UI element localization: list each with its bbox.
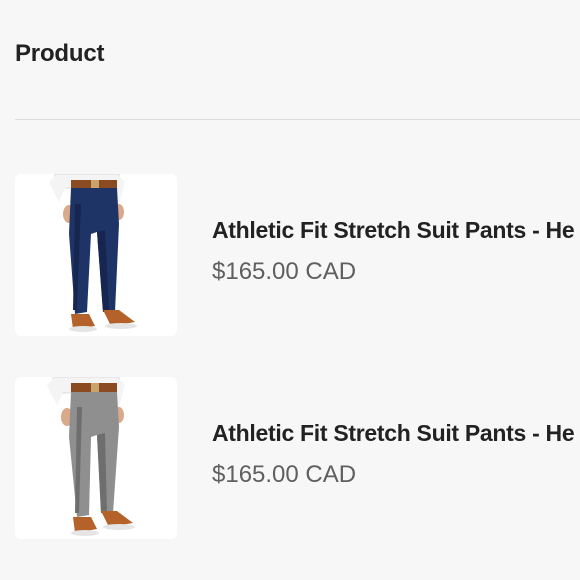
product-row[interactable]: Athletic Fit Stretch Suit Pants - He $16… [15,174,580,339]
navy-pants-image [49,174,137,332]
product-info: Athletic Fit Stretch Suit Pants - He $16… [212,212,580,290]
product-price: $165.00 CAD [212,461,357,488]
header-divider [15,119,580,120]
page-title: Product [15,40,105,67]
product-thumbnail[interactable] [15,377,177,539]
product-thumbnail[interactable] [15,174,177,336]
product-price: $165.00 CAD [212,258,357,285]
product-title[interactable]: Athletic Fit Stretch Suit Pants - He [212,415,580,451]
gray-pants-image [47,377,135,536]
product-row[interactable]: Athletic Fit Stretch Suit Pants - He $16… [15,377,580,542]
product-title[interactable]: Athletic Fit Stretch Suit Pants - He [212,212,580,248]
order-summary-page: Product Athletic Fit Stretch Suit Pants … [0,0,580,580]
product-info: Athletic Fit Stretch Suit Pants - He $16… [212,415,580,493]
